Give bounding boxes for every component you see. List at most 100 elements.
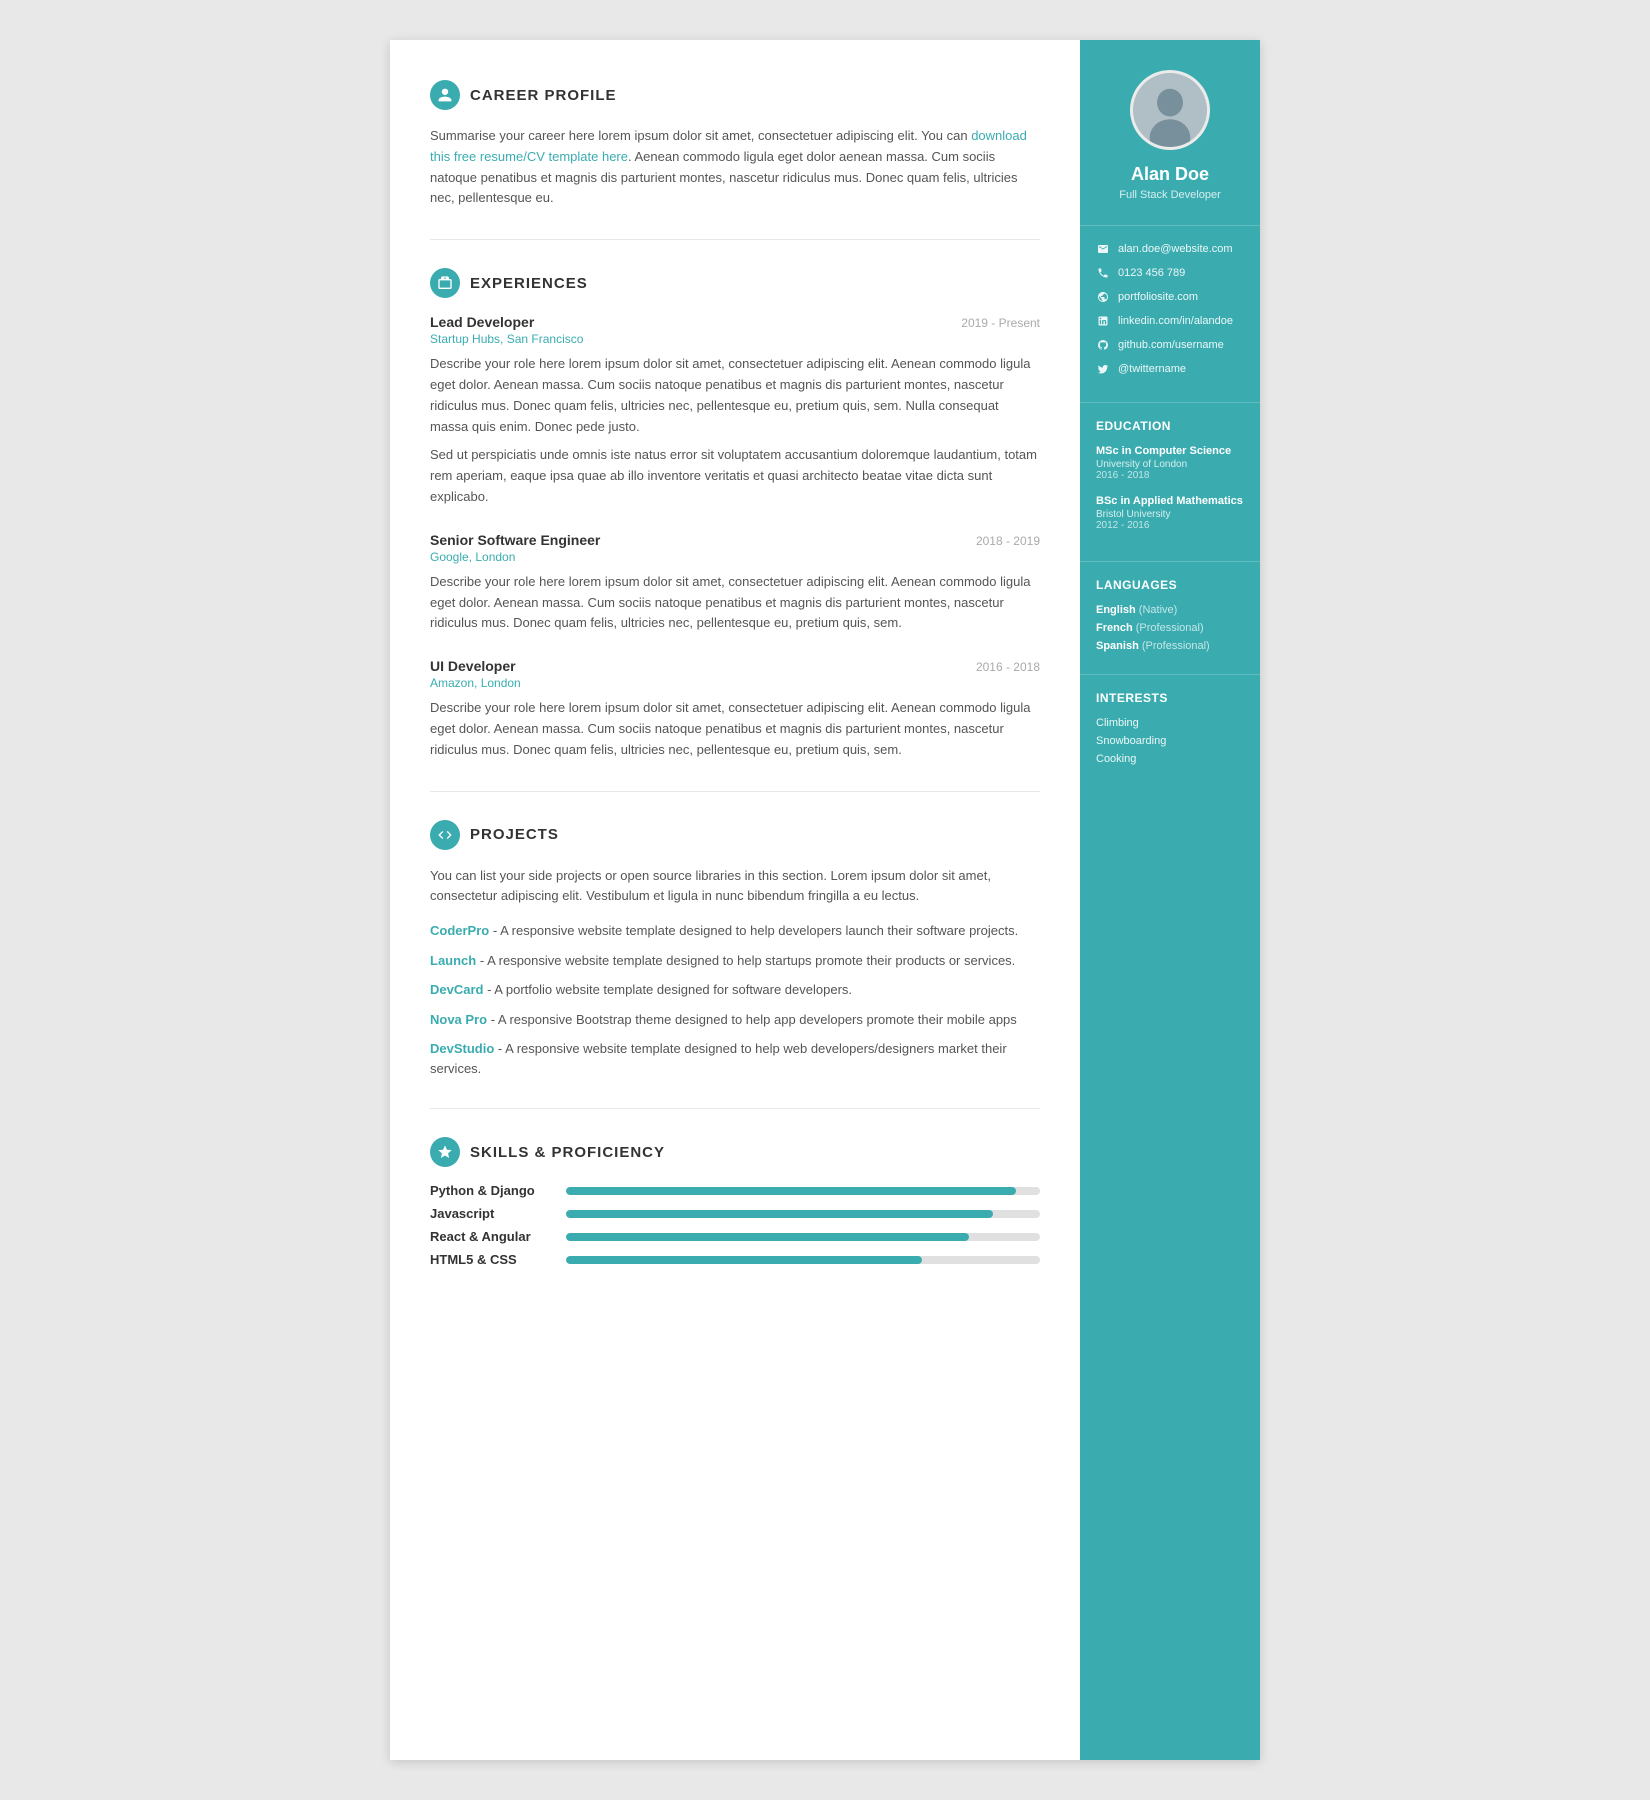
skill-name-3: HTML5 & CSS — [430, 1252, 550, 1267]
skill-bar-fill-3 — [566, 1256, 922, 1264]
experiences-icon — [430, 268, 460, 298]
exp-company: Amazon, London — [430, 676, 1040, 690]
exp-title: UI Developer — [430, 658, 516, 674]
career-profile-section: CAREER PROFILE Summarise your career her… — [430, 80, 1040, 209]
language-item-0: English (Native) — [1096, 604, 1244, 616]
contact-item-linkedin: linkedin.com/in/alandoe — [1096, 314, 1244, 328]
career-profile-text: Summarise your career here lorem ipsum d… — [430, 126, 1040, 209]
contact-text-twitter: @twittername — [1118, 363, 1186, 375]
skill-bar-fill-1 — [566, 1210, 993, 1218]
skills-header: SKILLS & PROFICIENCY — [430, 1137, 1040, 1167]
edu-year-0: 2016 - 2018 — [1096, 470, 1244, 481]
contact-item-twitter: @twittername — [1096, 362, 1244, 376]
exp-date: 2019 - Present — [961, 316, 1040, 330]
skill-bar-bg-2 — [566, 1233, 1040, 1241]
projects-header: PROJECTS — [430, 820, 1040, 850]
linkedin-icon — [1096, 314, 1110, 328]
skill-bar-fill-0 — [566, 1187, 1016, 1195]
career-profile-title: CAREER PROFILE — [470, 87, 617, 104]
person-icon — [437, 87, 453, 103]
profile-role: Full Stack Developer — [1100, 189, 1240, 201]
star-icon — [437, 1144, 453, 1160]
experiences-list: Lead Developer 2019 - Present Startup Hu… — [430, 314, 1040, 760]
education-section: EDUCATION MSc in Computer Science Univer… — [1080, 403, 1260, 562]
contact-text-linkedin: linkedin.com/in/alandoe — [1118, 315, 1233, 327]
skill-bar-fill-2 — [566, 1233, 969, 1241]
project-link-3[interactable]: Nova Pro — [430, 1012, 487, 1027]
contact-text-website: portfoliosite.com — [1118, 291, 1198, 303]
contact-text-phone: 0123 456 789 — [1118, 267, 1185, 279]
contact-section: alan.doe@website.com 0123 456 789 portfo… — [1080, 226, 1260, 403]
resume-container: CAREER PROFILE Summarise your career her… — [390, 40, 1260, 1760]
divider-2 — [430, 791, 1040, 792]
experiences-header: EXPERIENCES — [430, 268, 1040, 298]
skills-section: SKILLS & PROFICIENCY Python & Django Jav… — [430, 1137, 1040, 1267]
project-link-2[interactable]: DevCard — [430, 982, 483, 997]
skills-list: Python & Django Javascript React & Angul… — [430, 1183, 1040, 1267]
edu-school-0: University of London — [1096, 459, 1244, 470]
languages-list: English (Native)French (Professional)Spa… — [1096, 604, 1244, 652]
exp-header: Senior Software Engineer 2018 - 2019 — [430, 532, 1040, 548]
exp-date: 2018 - 2019 — [976, 534, 1040, 548]
project-link-4[interactable]: DevStudio — [430, 1041, 494, 1056]
contact-item-website: portfoliosite.com — [1096, 290, 1244, 304]
right-column: Alan Doe Full Stack Developer alan.doe@w… — [1080, 40, 1260, 1760]
exp-desc-1: Describe your role here lorem ipsum dolo… — [430, 572, 1040, 634]
contact-item-github: github.com/username — [1096, 338, 1244, 352]
career-text-before: Summarise your career here lorem ipsum d… — [430, 128, 971, 143]
exp-title: Lead Developer — [430, 314, 534, 330]
education-list: MSc in Computer Science University of Lo… — [1096, 445, 1244, 531]
edu-school-1: Bristol University — [1096, 509, 1244, 520]
exp-company: Startup Hubs, San Francisco — [430, 332, 1040, 346]
experiences-title: EXPERIENCES — [470, 275, 588, 292]
avatar-image — [1133, 73, 1207, 147]
skill-row-3: HTML5 & CSS — [430, 1252, 1040, 1267]
left-column: CAREER PROFILE Summarise your career her… — [390, 40, 1080, 1760]
project-desc-3: - A responsive Bootstrap theme designed … — [487, 1012, 1017, 1027]
globe-icon — [1096, 290, 1110, 304]
skill-bar-bg-0 — [566, 1187, 1040, 1195]
briefcase-icon — [437, 275, 453, 291]
project-item-1: Launch - A responsive website template d… — [430, 951, 1040, 971]
divider-3 — [430, 1108, 1040, 1109]
profile-name: Alan Doe — [1100, 164, 1240, 185]
lang-level-1: (Professional) — [1136, 622, 1204, 634]
project-item-3: Nova Pro - A responsive Bootstrap theme … — [430, 1010, 1040, 1030]
experience-item-2: UI Developer 2016 - 2018 Amazon, London … — [430, 658, 1040, 760]
skill-row-0: Python & Django — [430, 1183, 1040, 1198]
project-link-1[interactable]: Launch — [430, 953, 476, 968]
avatar — [1130, 70, 1210, 150]
project-link-0[interactable]: CoderPro — [430, 923, 489, 938]
contact-item-phone: 0123 456 789 — [1096, 266, 1244, 280]
edu-year-1: 2012 - 2016 — [1096, 520, 1244, 531]
code-icon — [437, 827, 453, 843]
project-desc-0: - A responsive website template designed… — [489, 923, 1018, 938]
skill-row-2: React & Angular — [430, 1229, 1040, 1244]
exp-title: Senior Software Engineer — [430, 532, 600, 548]
skill-bar-bg-3 — [566, 1256, 1040, 1264]
contact-text-email: alan.doe@website.com — [1118, 243, 1233, 255]
project-item-0: CoderPro - A responsive website template… — [430, 921, 1040, 941]
profile-section: Alan Doe Full Stack Developer — [1080, 40, 1260, 226]
exp-header: UI Developer 2016 - 2018 — [430, 658, 1040, 674]
career-profile-header: CAREER PROFILE — [430, 80, 1040, 110]
skill-name-1: Javascript — [430, 1206, 550, 1221]
experience-item-0: Lead Developer 2019 - Present Startup Hu… — [430, 314, 1040, 508]
exp-desc-1: Describe your role here lorem ipsum dolo… — [430, 698, 1040, 760]
projects-section: PROJECTS You can list your side projects… — [430, 820, 1040, 1079]
edu-degree-0: MSc in Computer Science — [1096, 445, 1244, 457]
interests-title: INTERESTS — [1096, 691, 1244, 705]
education-title: EDUCATION — [1096, 419, 1244, 433]
project-item-4: DevStudio - A responsive website templat… — [430, 1039, 1040, 1078]
exp-company: Google, London — [430, 550, 1040, 564]
exp-desc-1: Describe your role here lorem ipsum dolo… — [430, 354, 1040, 437]
edu-degree-1: BSc in Applied Mathematics — [1096, 495, 1244, 507]
experiences-section: EXPERIENCES Lead Developer 2019 - Presen… — [430, 268, 1040, 760]
languages-section: LANGUAGES English (Native)French (Profes… — [1080, 562, 1260, 675]
career-profile-icon — [430, 80, 460, 110]
languages-title: LANGUAGES — [1096, 578, 1244, 592]
github-icon — [1096, 338, 1110, 352]
interest-item-2: Cooking — [1096, 753, 1244, 765]
interest-item-1: Snowboarding — [1096, 735, 1244, 747]
exp-date: 2016 - 2018 — [976, 660, 1040, 674]
